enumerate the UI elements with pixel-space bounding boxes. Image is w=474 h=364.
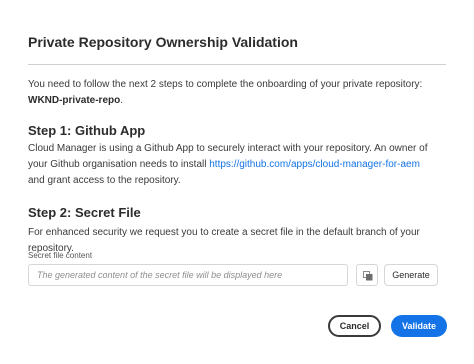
step1-text: Cloud Manager is using a Github App to s… [28, 141, 438, 189]
github-app-link[interactable]: https://github.com/apps/cloud-manager-fo… [209, 159, 420, 170]
title-divider [28, 64, 446, 65]
cancel-button[interactable]: Cancel [328, 315, 381, 337]
repo-name: WKND-private-repo [28, 95, 121, 106]
generate-button[interactable]: Generate [384, 264, 438, 286]
copy-secret-button[interactable] [356, 264, 378, 286]
ownership-validation-dialog: Private Repository Ownership Validation … [0, 0, 474, 364]
step2-heading: Step 2: Secret File [28, 205, 141, 220]
secret-file-label: Secret file content [28, 251, 93, 260]
intro-sentence: You need to follow the next 2 steps to c… [28, 79, 423, 90]
validate-button[interactable]: Validate [391, 315, 447, 337]
dialog-title: Private Repository Ownership Validation [28, 34, 298, 50]
intro-period: . [120, 95, 124, 106]
copy-icon [363, 271, 373, 281]
intro-text: You need to follow the next 2 steps to c… [28, 77, 428, 109]
secret-file-content-field[interactable] [28, 264, 348, 286]
step1-text-after-link: and grant access to the repository. [28, 175, 181, 186]
step1-heading: Step 1: Github App [28, 123, 146, 138]
